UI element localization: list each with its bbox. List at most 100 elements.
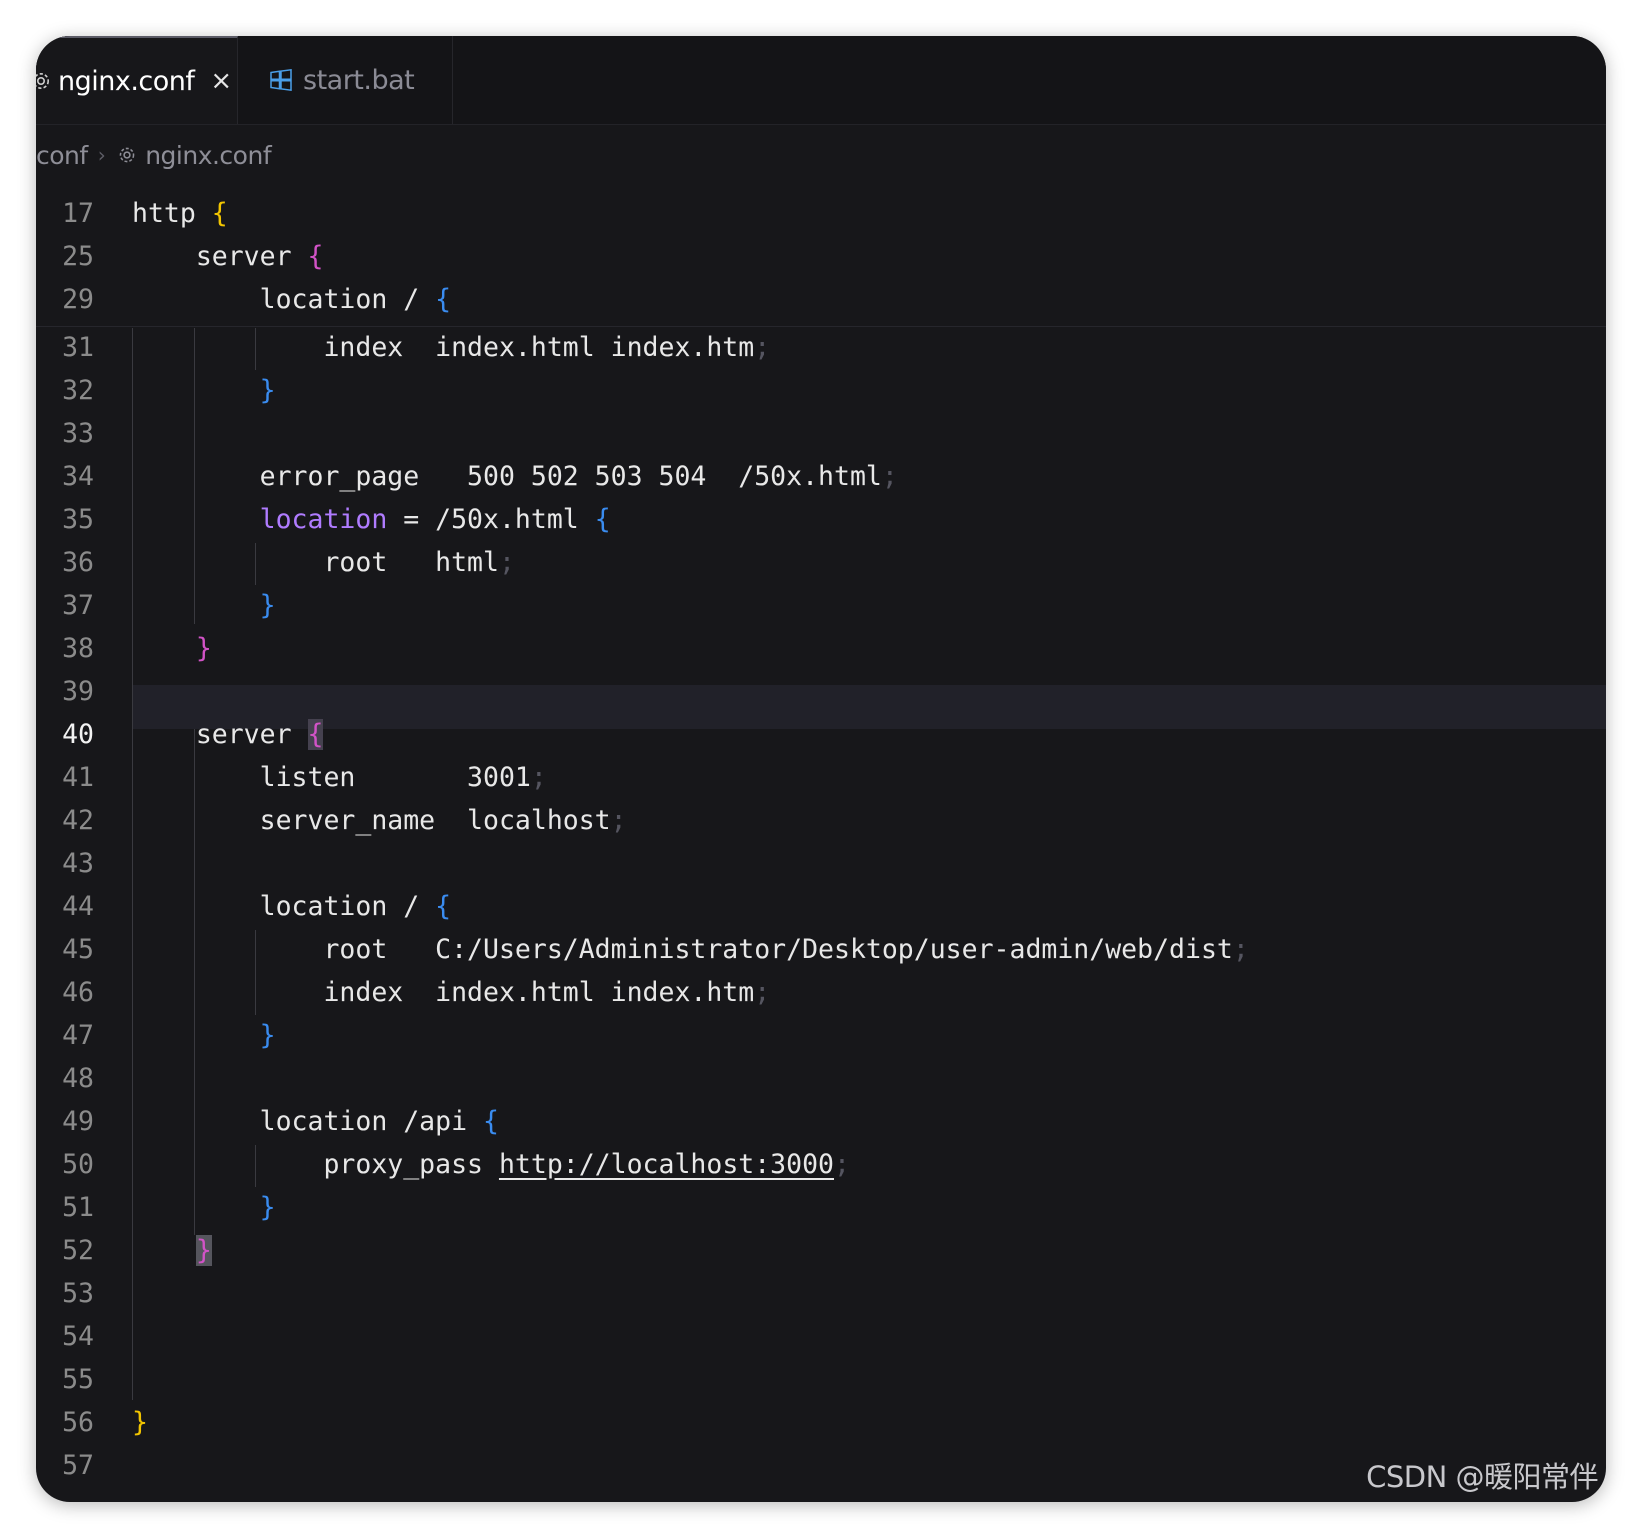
line-number: 54 [62, 1321, 94, 1352]
code-line[interactable]: 34 error_page 500 502 503 504 /50x.html; [36, 455, 1606, 498]
close-brace: } [259, 1192, 276, 1223]
gear-icon [117, 145, 137, 165]
breadcrumb-folder[interactable]: conf [36, 141, 88, 170]
code-line[interactable]: 55 [36, 1358, 1606, 1401]
line-number: 42 [62, 805, 94, 836]
code-line[interactable]: 40 server { [36, 713, 1606, 756]
code-text: http { [132, 198, 228, 229]
code-line[interactable]: 44 location / { [36, 885, 1606, 928]
code-text: location / { [132, 891, 452, 922]
close-brace: } [259, 590, 276, 621]
line-number: 25 [62, 241, 94, 272]
line-number: 31 [62, 332, 94, 363]
semicolon: ; [1232, 934, 1249, 965]
semicolon: ; [498, 547, 515, 578]
code-text: location / { [132, 284, 452, 315]
code-line[interactable]: 31 index index.html index.htm; [36, 326, 1606, 369]
code-line[interactable]: 42 server_name localhost; [36, 799, 1606, 842]
code-text: server { [132, 719, 324, 750]
code-line[interactable]: 41 listen 3001; [36, 756, 1606, 799]
code-line[interactable]: 39 [36, 670, 1606, 713]
code-text: } [132, 627, 212, 670]
code-text: server_name localhost; [132, 805, 627, 836]
code-text: server { [132, 241, 324, 272]
editor-window: nginx.conf × start.bat conf › nginx.conf… [36, 36, 1606, 1502]
tab-label: nginx.conf [58, 65, 195, 97]
code-line[interactable]: 47 } [36, 1014, 1606, 1057]
code-line[interactable]: 49 location /api { [36, 1100, 1606, 1143]
tab-bar: nginx.conf × start.bat [36, 36, 1606, 125]
semicolon: ; [834, 1149, 850, 1180]
line-number: 17 [62, 198, 94, 229]
code-line[interactable]: 38 } [36, 627, 1606, 670]
code-text: index index.html index.htm; [132, 332, 771, 363]
code-line[interactable]: 52 } [36, 1229, 1606, 1272]
line-number: 55 [62, 1364, 94, 1395]
chevron-right-icon: › [97, 143, 106, 167]
code-text: } [132, 369, 276, 412]
line-number: 45 [62, 934, 94, 965]
line-number: 53 [62, 1278, 94, 1309]
open-brace: { [435, 284, 452, 315]
tab-label: start.bat [303, 64, 415, 96]
open-brace: { [307, 719, 324, 750]
open-brace: { [211, 198, 228, 229]
line-number: 50 [62, 1149, 94, 1180]
tab-start-bat[interactable]: start.bat [239, 36, 453, 124]
code-line[interactable]: 45 root C:/Users/Administrator/Desktop/u… [36, 928, 1606, 971]
code-text: error_page 500 502 503 504 /50x.html; [132, 461, 898, 492]
close-brace: } [195, 633, 212, 664]
close-brace: } [132, 1407, 148, 1438]
line-number: 46 [62, 977, 94, 1008]
code-line[interactable]: 32 } [36, 369, 1606, 412]
close-icon[interactable]: × [210, 68, 232, 94]
code-line[interactable]: 17 http { [36, 192, 1606, 235]
close-brace: } [259, 1020, 276, 1051]
close-brace: } [259, 375, 276, 406]
code-text: } [132, 1186, 276, 1229]
line-number: 41 [62, 762, 94, 793]
code-line[interactable]: 46 index index.html index.htm; [36, 971, 1606, 1014]
line-number: 47 [62, 1020, 94, 1051]
windows-icon [269, 68, 293, 92]
line-number: 43 [62, 848, 94, 879]
code-line[interactable]: 37 } [36, 584, 1606, 627]
line-number: 39 [62, 676, 94, 707]
code-line[interactable]: 43 [36, 842, 1606, 885]
code-line[interactable]: 48 [36, 1057, 1606, 1100]
code-text: location = /50x.html { [259, 504, 611, 535]
code-line[interactable]: 50 proxy_pass http://localhost:3000; [36, 1143, 1606, 1186]
code-text: } [132, 584, 276, 627]
semicolon: ; [881, 461, 898, 492]
code-text: proxy_pass http://localhost:3000; [132, 1149, 850, 1180]
code-line[interactable]: 51 } [36, 1186, 1606, 1229]
code-editor[interactable]: 17 http {25 server {29 location / {31 ind… [36, 192, 1606, 1502]
breadcrumb-file[interactable]: nginx.conf [145, 141, 271, 170]
line-number: 52 [62, 1235, 94, 1266]
code-line[interactable]: 53 [36, 1272, 1606, 1315]
line-number: 36 [62, 547, 94, 578]
line-number: 29 [62, 284, 94, 315]
line-number: 34 [62, 461, 94, 492]
line-number: 49 [62, 1106, 94, 1137]
code-line[interactable]: 33 [36, 412, 1606, 455]
code-text: root C:/Users/Administrator/Desktop/user… [132, 934, 1249, 965]
code-text: } [132, 1401, 148, 1444]
line-number: 37 [62, 590, 94, 621]
semicolon: ; [754, 977, 771, 1008]
code-line[interactable]: 25 server { [36, 235, 1606, 278]
proxy-url-link[interactable]: http://localhost:3000 [499, 1149, 834, 1180]
code-line[interactable]: 35 location = /50x.html { [36, 498, 1606, 541]
tab-nginx-conf[interactable]: nginx.conf × [36, 36, 238, 124]
semicolon: ; [754, 332, 771, 363]
code-line[interactable]: 56} [36, 1401, 1606, 1444]
code-line[interactable]: 54 [36, 1315, 1606, 1358]
line-number: 57 [62, 1450, 94, 1481]
breadcrumb: conf › nginx.conf [36, 124, 272, 186]
code-text: listen 3001; [132, 762, 547, 793]
watermark: CSDN @暖阳常伴 [1366, 1460, 1598, 1494]
code-line[interactable]: 36 root html; [36, 541, 1606, 584]
code-text: } [132, 1229, 212, 1272]
code-line[interactable]: 29 location / { [36, 278, 1606, 321]
open-brace: { [483, 1106, 499, 1137]
